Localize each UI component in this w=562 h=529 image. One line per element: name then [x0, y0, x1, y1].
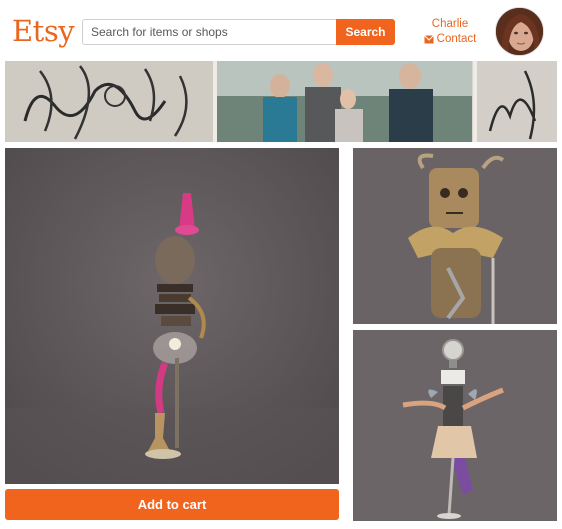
search-bar: Search [82, 19, 395, 45]
shop-banner [5, 61, 557, 142]
user-menu: Charlie Contact [420, 17, 480, 47]
envelope-icon [423, 35, 434, 44]
etsy-logo[interactable]: Etsy [12, 12, 75, 50]
search-button[interactable]: Search [336, 19, 395, 45]
product-photo-thumbnail-1[interactable] [353, 148, 557, 324]
contact-label: Contact [436, 33, 477, 45]
user-name-link[interactable]: Charlie [420, 17, 480, 32]
add-to-cart-button[interactable]: Add to cart [5, 489, 339, 520]
search-input[interactable] [82, 19, 336, 45]
product-photo-main[interactable] [5, 148, 339, 484]
contact-link[interactable]: Contact [420, 32, 480, 47]
product-photo-thumbnail-2[interactable] [353, 330, 557, 521]
user-avatar[interactable] [495, 7, 544, 56]
